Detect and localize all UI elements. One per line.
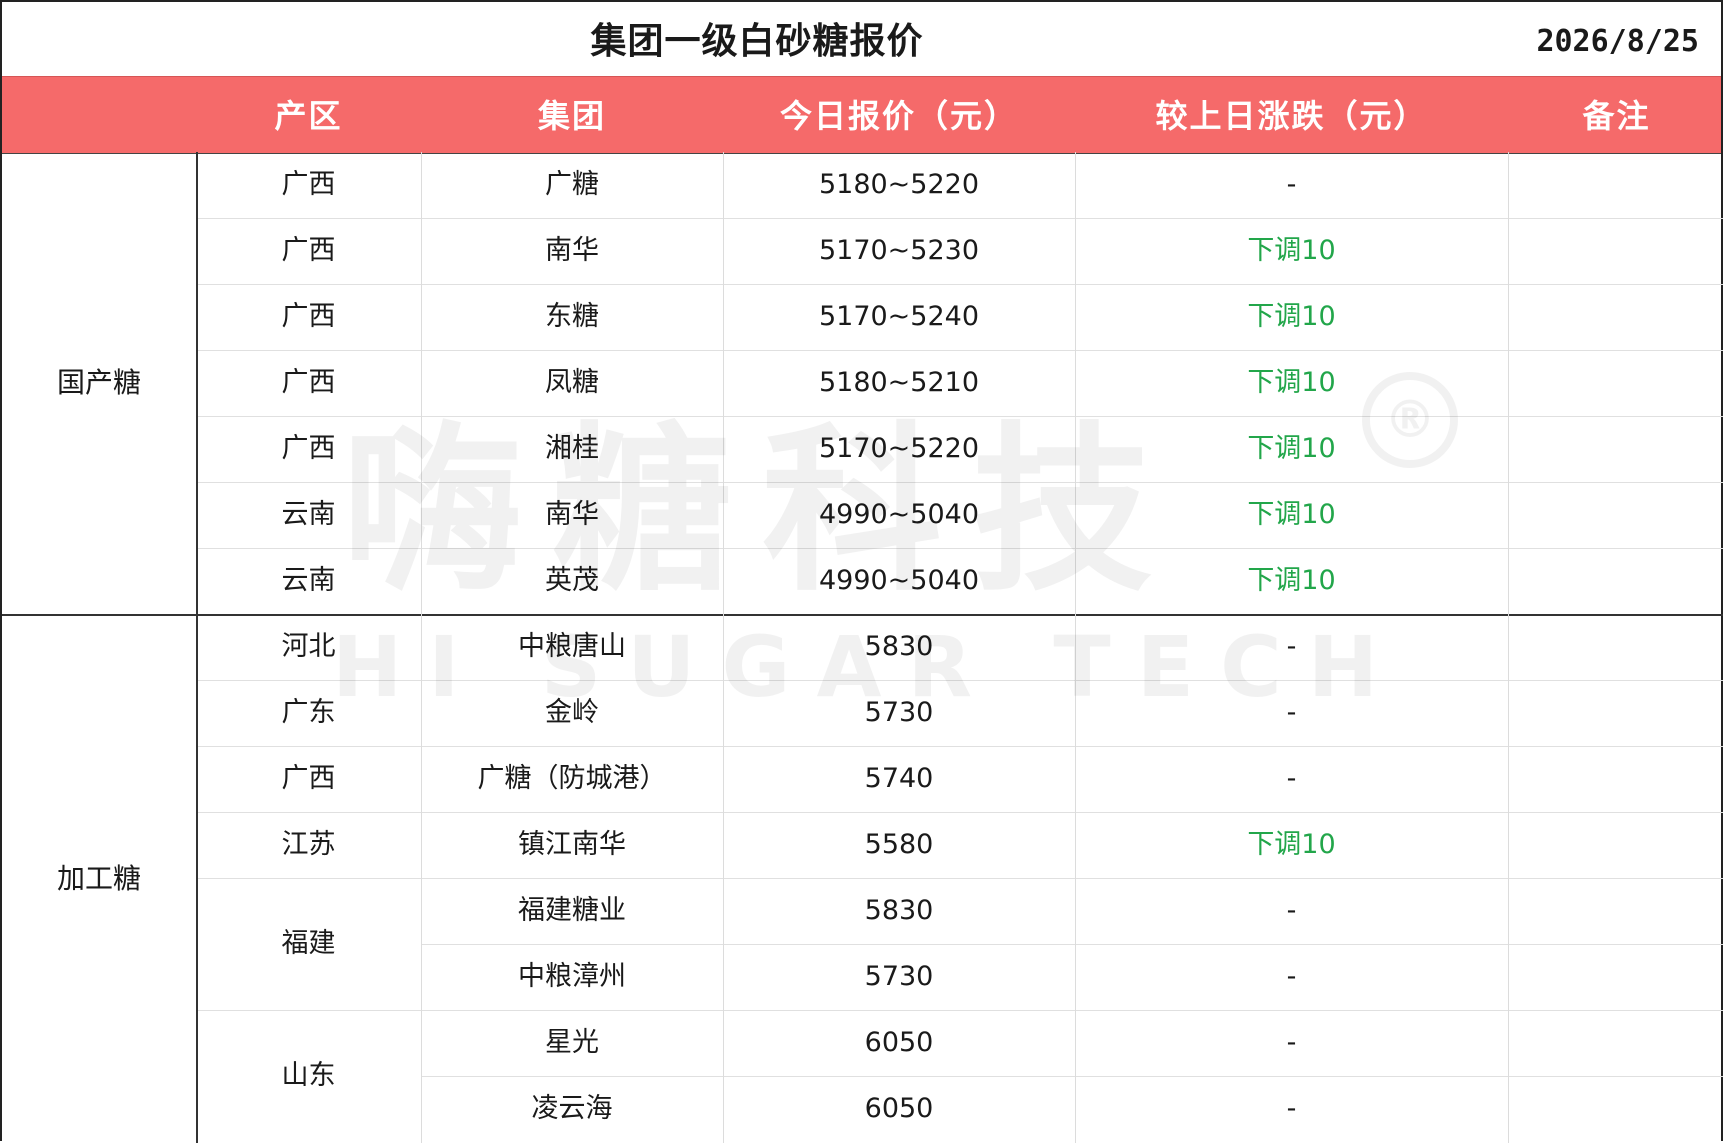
cell-change: 下调10 — [1247, 499, 1336, 530]
cell-price: 6050 — [864, 1027, 934, 1058]
cell-region: 广东 — [281, 697, 336, 728]
cell-price: 5170~5220 — [818, 433, 980, 464]
cell-price: 5830 — [864, 895, 934, 926]
cell-group: 凌云海 — [531, 1093, 613, 1124]
cell-region: 河北 — [281, 631, 336, 662]
cell-group: 凤糖 — [545, 367, 599, 398]
cell-note — [1508, 746, 1723, 812]
cell-change: 下调10 — [1247, 301, 1336, 332]
cell-region: 广西 — [281, 367, 336, 398]
cell-note — [1508, 1076, 1723, 1142]
cell-price: 5740 — [864, 763, 934, 794]
cell-price: 4990~5040 — [818, 565, 980, 596]
cell-note — [1508, 1010, 1723, 1076]
category-divider — [196, 152, 198, 1143]
cell-note — [1508, 812, 1723, 878]
cell-region: 广西 — [281, 169, 336, 200]
cell-region: 福建 — [281, 928, 336, 959]
cell-region: 广西 — [281, 235, 336, 266]
cell-note — [1508, 416, 1723, 482]
table-header: 产区 集团 今日报价（元） 较上日涨跌（元） 备注 — [2, 76, 1721, 154]
cell-note — [1508, 350, 1723, 416]
cell-price: 5170~5230 — [818, 235, 980, 266]
cell-group: 广糖（防城港） — [477, 763, 667, 794]
cell-note — [1508, 680, 1723, 746]
cell-region: 云南 — [281, 565, 336, 596]
cell-price: 5730 — [864, 961, 934, 992]
cell-note — [1508, 548, 1723, 614]
cell-price: 6050 — [864, 1093, 934, 1124]
cell-price: 5580 — [864, 829, 934, 860]
category-domestic: 国产糖 — [56, 366, 141, 399]
cell-note — [1508, 878, 1723, 944]
cell-group: 英茂 — [545, 565, 599, 596]
cell-region: 云南 — [281, 499, 336, 530]
cell-change: 下调10 — [1247, 433, 1336, 464]
header-price: 今日报价（元） — [779, 97, 1018, 135]
cell-region: 广西 — [281, 301, 336, 332]
cell-group: 星光 — [545, 1027, 599, 1058]
cell-note — [1508, 482, 1723, 548]
cell-change: - — [1286, 763, 1297, 794]
cell-group: 金岭 — [545, 697, 599, 728]
cell-group: 广糖 — [545, 169, 599, 200]
cell-region: 广西 — [281, 763, 336, 794]
cell-price: 5170~5240 — [818, 301, 980, 332]
sheet-title: 集团一级白砂糖报价 — [590, 21, 924, 62]
cell-note — [1508, 614, 1723, 680]
cell-note — [1508, 152, 1723, 218]
cell-change: - — [1286, 1093, 1297, 1124]
sheet-date: 2026/8/25 — [1536, 24, 1699, 59]
cell-change: - — [1286, 895, 1297, 926]
cell-group: 福建糖业 — [518, 895, 626, 926]
cell-region: 江苏 — [281, 829, 336, 860]
cell-group: 南华 — [545, 235, 599, 266]
cell-change: 下调10 — [1247, 565, 1336, 596]
cell-price: 4990~5040 — [818, 499, 980, 530]
header-group: 集团 — [537, 97, 606, 135]
header-note: 备注 — [1582, 97, 1651, 135]
cell-price: 5830 — [864, 631, 934, 662]
price-sheet: 集团一级白砂糖报价 2026/8/25 产区 集团 今日报价（元） 较上日涨跌（… — [0, 0, 1723, 1143]
cell-note — [1508, 944, 1723, 1010]
cell-change: - — [1286, 697, 1297, 728]
cell-change: - — [1286, 1027, 1297, 1058]
cell-note — [1508, 218, 1723, 284]
cell-price: 5180~5220 — [818, 169, 980, 200]
cell-group: 镇江南华 — [518, 829, 626, 860]
cell-change: - — [1286, 631, 1297, 662]
cell-region: 广西 — [281, 433, 336, 464]
cell-group: 东糖 — [545, 301, 599, 332]
column-divider — [723, 152, 724, 1143]
cell-price: 5180~5210 — [818, 367, 980, 398]
category-processed: 加工糖 — [56, 862, 141, 895]
cell-change: 下调10 — [1247, 235, 1336, 266]
column-divider — [1075, 152, 1076, 1143]
cell-note — [1508, 284, 1723, 350]
cell-change: - — [1286, 169, 1297, 200]
cell-group: 中粮唐山 — [518, 631, 626, 662]
cell-price: 5730 — [864, 697, 934, 728]
header-region: 产区 — [274, 97, 343, 135]
cell-change: 下调10 — [1247, 829, 1336, 860]
header-change: 较上日涨跌（元） — [1155, 97, 1428, 135]
cell-change: 下调10 — [1247, 367, 1336, 398]
cell-change: - — [1286, 961, 1297, 992]
cell-region: 山东 — [281, 1060, 336, 1091]
cell-group: 南华 — [545, 499, 599, 530]
title-row: 集团一级白砂糖报价 2026/8/25 — [2, 2, 1721, 76]
cell-group: 中粮漳州 — [518, 961, 626, 992]
column-divider — [1508, 152, 1509, 1143]
column-divider — [421, 152, 422, 1143]
cell-group: 湘桂 — [545, 433, 599, 464]
